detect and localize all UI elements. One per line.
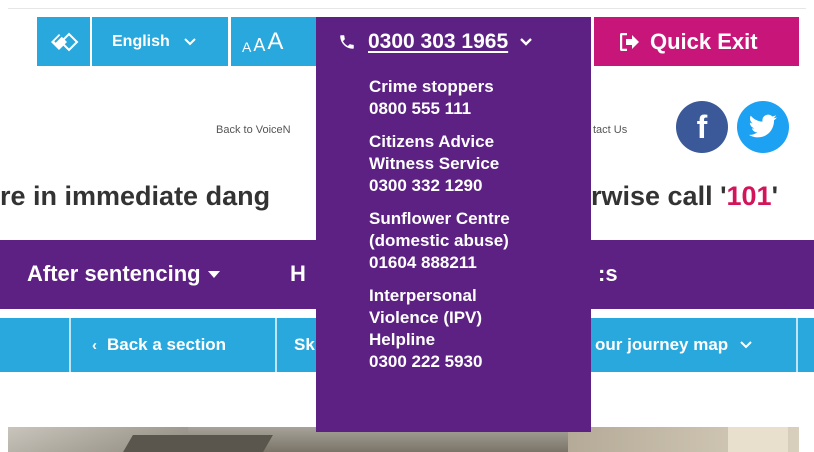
helpline-name: Citizens Advice xyxy=(369,132,495,151)
twitter-icon[interactable] xyxy=(737,101,789,153)
banner-101-number: 101 xyxy=(726,181,772,211)
facebook-label: f xyxy=(696,108,708,145)
chevron-left-icon: ‹ xyxy=(92,336,97,354)
helpline-name: Violence (IPV) xyxy=(369,308,483,327)
nav-item-label: H xyxy=(290,261,306,286)
helpline-entry: Citizens Advice Witness Service 0300 332… xyxy=(369,131,591,197)
subnav-divider xyxy=(796,318,798,372)
journey-map-label: our journey map xyxy=(595,335,729,354)
nav-item-label: :s xyxy=(598,261,618,286)
phone-number: 0300 303 1965 xyxy=(368,29,509,53)
subnav-divider xyxy=(69,318,71,372)
subnav-divider xyxy=(275,318,277,372)
facebook-icon[interactable]: f xyxy=(676,101,728,153)
helpline-number[interactable]: 01604 888211 xyxy=(369,252,591,274)
banner-text-left: re in immediate dang xyxy=(0,181,271,211)
helpline-name: Witness Service xyxy=(369,154,500,173)
helpline-entry: Sunflower Centre (domestic abuse) 01604 … xyxy=(369,208,591,274)
helpline-name: (domestic abuse) xyxy=(369,231,509,250)
text-size-controls: A A A xyxy=(231,17,316,66)
top-divider xyxy=(8,8,806,9)
caret-down-icon xyxy=(207,270,220,278)
chevron-down-icon xyxy=(520,37,532,46)
back-section-button[interactable]: ‹ Back a section xyxy=(92,318,226,372)
back-section-label: Back a section xyxy=(107,335,227,354)
text-size-small[interactable]: A xyxy=(242,40,251,54)
back-to-voice-link[interactable]: Back to VoiceN xyxy=(216,124,291,136)
quick-exit-button[interactable]: Quick Exit xyxy=(594,17,799,66)
banner-quote-end: ' xyxy=(771,181,778,211)
helpline-number[interactable]: 0800 555 111 xyxy=(369,98,591,120)
text-size-medium[interactable]: A xyxy=(253,36,265,54)
helpline-name: Sunflower Centre xyxy=(369,209,510,228)
journey-map-button[interactable]: our journey map xyxy=(595,318,752,372)
nav-item-h[interactable]: H xyxy=(290,261,306,287)
nav-item-after-sentencing[interactable]: After sentencing xyxy=(27,261,221,287)
language-label: English xyxy=(112,32,170,50)
nav-item-label: After sentencing xyxy=(27,261,201,286)
twitter-bird-icon xyxy=(748,114,777,138)
helpline-name: Crime stoppers xyxy=(369,77,494,96)
banner-text-right: rwise call '101' xyxy=(591,181,778,212)
helpline-name: Helpline xyxy=(369,330,436,349)
chevron-down-icon xyxy=(184,37,196,45)
helpline-entry: Interpersonal Violence (IPV) Helpline 03… xyxy=(369,285,591,373)
helpline-entry: Crime stoppers 0800 555 111 xyxy=(369,76,591,120)
banner-call-text: rwise call ' xyxy=(591,181,727,211)
skip-button[interactable]: Sk xyxy=(294,318,315,372)
nav-item-partial[interactable]: :s xyxy=(598,261,618,287)
helpline-dropdown: Crime stoppers 0800 555 111 Citizens Adv… xyxy=(316,66,591,432)
accessibility-button[interactable] xyxy=(37,17,90,66)
text-size-large[interactable]: A xyxy=(267,30,283,54)
phone-icon xyxy=(340,34,354,49)
phone-dropdown-toggle[interactable]: 0300 303 1965 xyxy=(316,17,591,66)
accessibility-icon xyxy=(50,32,78,51)
language-selector[interactable]: English xyxy=(92,17,228,66)
skip-label: Sk xyxy=(294,335,315,354)
quick-exit-label: Quick Exit xyxy=(650,28,758,54)
exit-icon xyxy=(620,32,639,51)
chevron-down-icon xyxy=(740,341,752,349)
contact-us-link[interactable]: tact Us xyxy=(593,124,627,136)
helpline-number[interactable]: 0300 222 5930 xyxy=(369,351,591,373)
helpline-number[interactable]: 0300 332 1290 xyxy=(369,175,591,197)
helpline-name: Interpersonal xyxy=(369,286,477,305)
